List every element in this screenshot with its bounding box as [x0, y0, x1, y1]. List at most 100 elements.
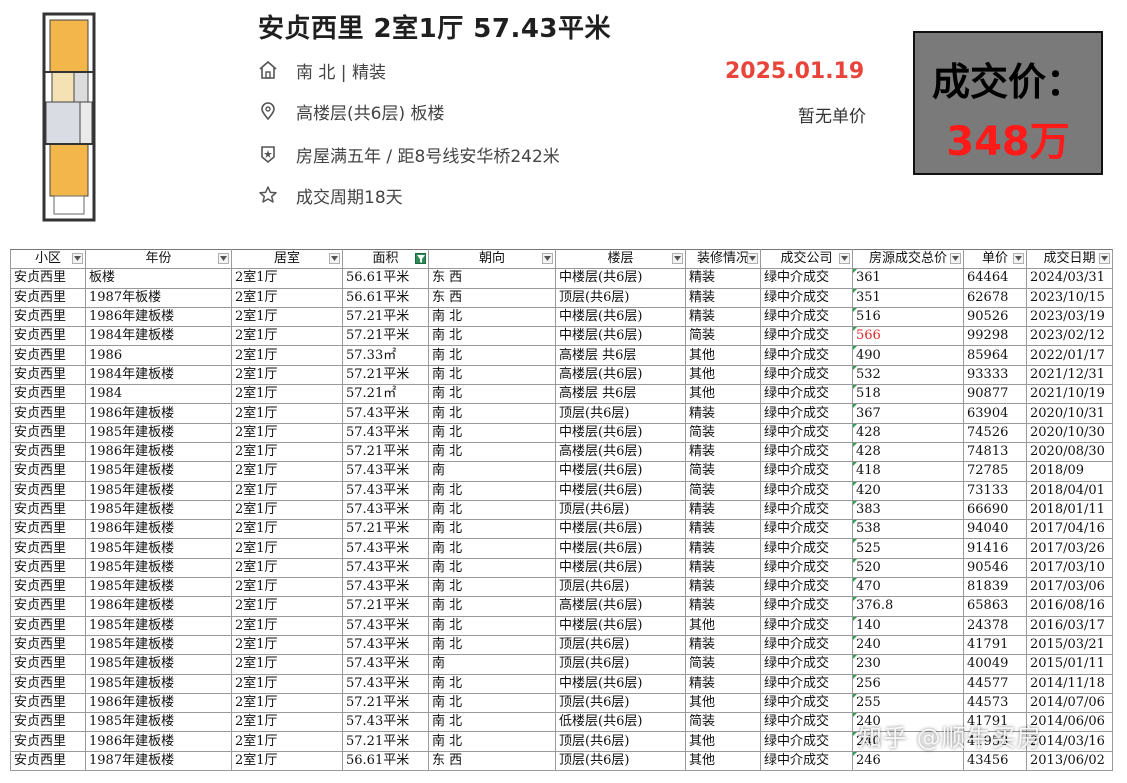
cell-community[interactable]: 安贞西里: [10, 673, 86, 694]
cell-total-price[interactable]: 361: [852, 268, 964, 289]
cell-community[interactable]: 安贞西里: [10, 519, 86, 540]
cell-deal-date[interactable]: 2022/01/17: [1026, 345, 1113, 366]
cell-total-price[interactable]: 256: [852, 673, 964, 694]
cell-unit-price[interactable]: 66690: [963, 499, 1027, 521]
cell-floor[interactable]: 顶层(共6层): [555, 287, 686, 308]
cell-decoration[interactable]: 其他: [685, 384, 761, 405]
cell-decoration[interactable]: 其他: [685, 750, 761, 772]
cell-community[interactable]: 安贞西里: [10, 634, 86, 656]
cell-decoration[interactable]: 简装: [685, 654, 761, 675]
filter-active-icon[interactable]: [415, 253, 426, 264]
cell-area[interactable]: 57.43平米: [342, 422, 429, 443]
cell-decoration[interactable]: 其他: [685, 692, 761, 714]
cell-decoration[interactable]: 其他: [685, 731, 761, 752]
cell-unit-price[interactable]: 65863: [963, 596, 1027, 617]
cell-agency[interactable]: 绿中介成交: [760, 615, 853, 636]
cell-deal-date[interactable]: 2015/03/21: [1026, 634, 1113, 656]
cell-rooms[interactable]: 2室1厅: [231, 654, 343, 675]
cell-deal-date[interactable]: 2018/09: [1026, 461, 1113, 482]
cell-agency[interactable]: 绿中介成交: [760, 557, 853, 579]
cell-unit-price[interactable]: 63904: [963, 403, 1027, 424]
cell-total-price[interactable]: 538: [852, 519, 964, 540]
cell-floor[interactable]: 高楼层 共6层: [555, 384, 686, 405]
cell-rooms[interactable]: 2室1厅: [231, 364, 343, 386]
cell-agency[interactable]: 绿中介成交: [760, 750, 853, 772]
cell-year[interactable]: 1986年建板楼: [85, 441, 232, 463]
cell-area[interactable]: 56.61平米: [342, 268, 429, 289]
cell-total-price[interactable]: 490: [852, 345, 964, 366]
cell-floor[interactable]: 中楼层(共6层): [555, 519, 686, 540]
cell-orientation[interactable]: 南 北: [428, 306, 556, 328]
cell-floor[interactable]: 中楼层(共6层): [555, 461, 686, 482]
cell-agency[interactable]: 绿中介成交: [760, 441, 853, 463]
cell-year[interactable]: 1986年建板楼: [85, 692, 232, 714]
cell-deal-date[interactable]: 2023/03/19: [1026, 306, 1113, 328]
cell-area[interactable]: 57.43平米: [342, 480, 429, 501]
cell-agency[interactable]: 绿中介成交: [760, 422, 853, 443]
cell-unit-price[interactable]: 91416: [963, 538, 1027, 559]
cell-decoration[interactable]: 精装: [685, 287, 761, 308]
cell-decoration[interactable]: 精装: [685, 268, 761, 289]
cell-agency[interactable]: 绿中介成交: [760, 384, 853, 405]
cell-floor[interactable]: 高楼层(共6层): [555, 441, 686, 463]
cell-community[interactable]: 安贞西里: [10, 750, 86, 772]
cell-total-price[interactable]: 532: [852, 364, 964, 386]
cell-rooms[interactable]: 2室1厅: [231, 577, 343, 598]
cell-community[interactable]: 安贞西里: [10, 345, 86, 366]
cell-area[interactable]: 56.61平米: [342, 287, 429, 308]
cell-area[interactable]: 57.43平米: [342, 654, 429, 675]
cell-unit-price[interactable]: 74526: [963, 422, 1027, 443]
cell-year[interactable]: 1984年建板楼: [85, 364, 232, 386]
cell-unit-price[interactable]: 72785: [963, 461, 1027, 482]
cell-decoration[interactable]: 简装: [685, 422, 761, 443]
cell-decoration[interactable]: 简装: [685, 326, 761, 347]
cell-year[interactable]: 1985年建板楼: [85, 577, 232, 598]
cell-floor[interactable]: 顶层(共6层): [555, 634, 686, 656]
cell-area[interactable]: 57.43平米: [342, 499, 429, 521]
cell-total-price[interactable]: 428: [852, 441, 964, 463]
cell-orientation[interactable]: 南 北: [428, 577, 556, 598]
cell-year[interactable]: 1986年建板楼: [85, 731, 232, 752]
cell-deal-date[interactable]: 2024/03/31: [1026, 268, 1113, 289]
cell-unit-price[interactable]: 64464: [963, 268, 1027, 289]
cell-community[interactable]: 安贞西里: [10, 268, 86, 289]
cell-total-price[interactable]: 566: [852, 326, 964, 347]
cell-total-price[interactable]: 516: [852, 306, 964, 328]
cell-rooms[interactable]: 2室1厅: [231, 306, 343, 328]
cell-decoration[interactable]: 精装: [685, 499, 761, 521]
cell-rooms[interactable]: 2室1厅: [231, 634, 343, 656]
cell-unit-price[interactable]: 43456: [963, 750, 1027, 772]
cell-unit-price[interactable]: 90877: [963, 384, 1027, 405]
cell-community[interactable]: 安贞西里: [10, 712, 86, 733]
cell-rooms[interactable]: 2室1厅: [231, 712, 343, 733]
cell-area[interactable]: 57.21平米: [342, 441, 429, 463]
cell-year[interactable]: 1984年建板楼: [85, 326, 232, 347]
cell-orientation[interactable]: 南 北: [428, 634, 556, 656]
cell-area[interactable]: 57.21平米: [342, 326, 429, 347]
cell-community[interactable]: 安贞西里: [10, 615, 86, 636]
cell-total-price[interactable]: 428: [852, 422, 964, 443]
cell-community[interactable]: 安贞西里: [10, 731, 86, 752]
cell-agency[interactable]: 绿中介成交: [760, 364, 853, 386]
cell-community[interactable]: 安贞西里: [10, 326, 86, 347]
cell-community[interactable]: 安贞西里: [10, 596, 86, 617]
cell-total-price[interactable]: 525: [852, 538, 964, 559]
cell-orientation[interactable]: 东 西: [428, 750, 556, 772]
cell-floor[interactable]: 中楼层(共6层): [555, 615, 686, 636]
cell-orientation[interactable]: 南: [428, 654, 556, 675]
cell-deal-date[interactable]: 2014/07/06: [1026, 692, 1113, 714]
cell-agency[interactable]: 绿中介成交: [760, 538, 853, 559]
cell-total-price[interactable]: 351: [852, 287, 964, 308]
cell-orientation[interactable]: 南 北: [428, 557, 556, 579]
cell-total-price[interactable]: 520: [852, 557, 964, 579]
filter-dropdown-icon[interactable]: [950, 253, 961, 264]
cell-deal-date[interactable]: 2014/11/18: [1026, 673, 1113, 694]
cell-agency[interactable]: 绿中介成交: [760, 731, 853, 752]
cell-floor[interactable]: 高楼层(共6层): [555, 596, 686, 617]
cell-orientation[interactable]: 东 西: [428, 287, 556, 308]
cell-orientation[interactable]: 南 北: [428, 441, 556, 463]
cell-area[interactable]: 57.21平米: [342, 306, 429, 328]
cell-floor[interactable]: 顶层(共6层): [555, 654, 686, 675]
cell-orientation[interactable]: 南 北: [428, 480, 556, 501]
filter-dropdown-icon[interactable]: [1013, 253, 1024, 264]
